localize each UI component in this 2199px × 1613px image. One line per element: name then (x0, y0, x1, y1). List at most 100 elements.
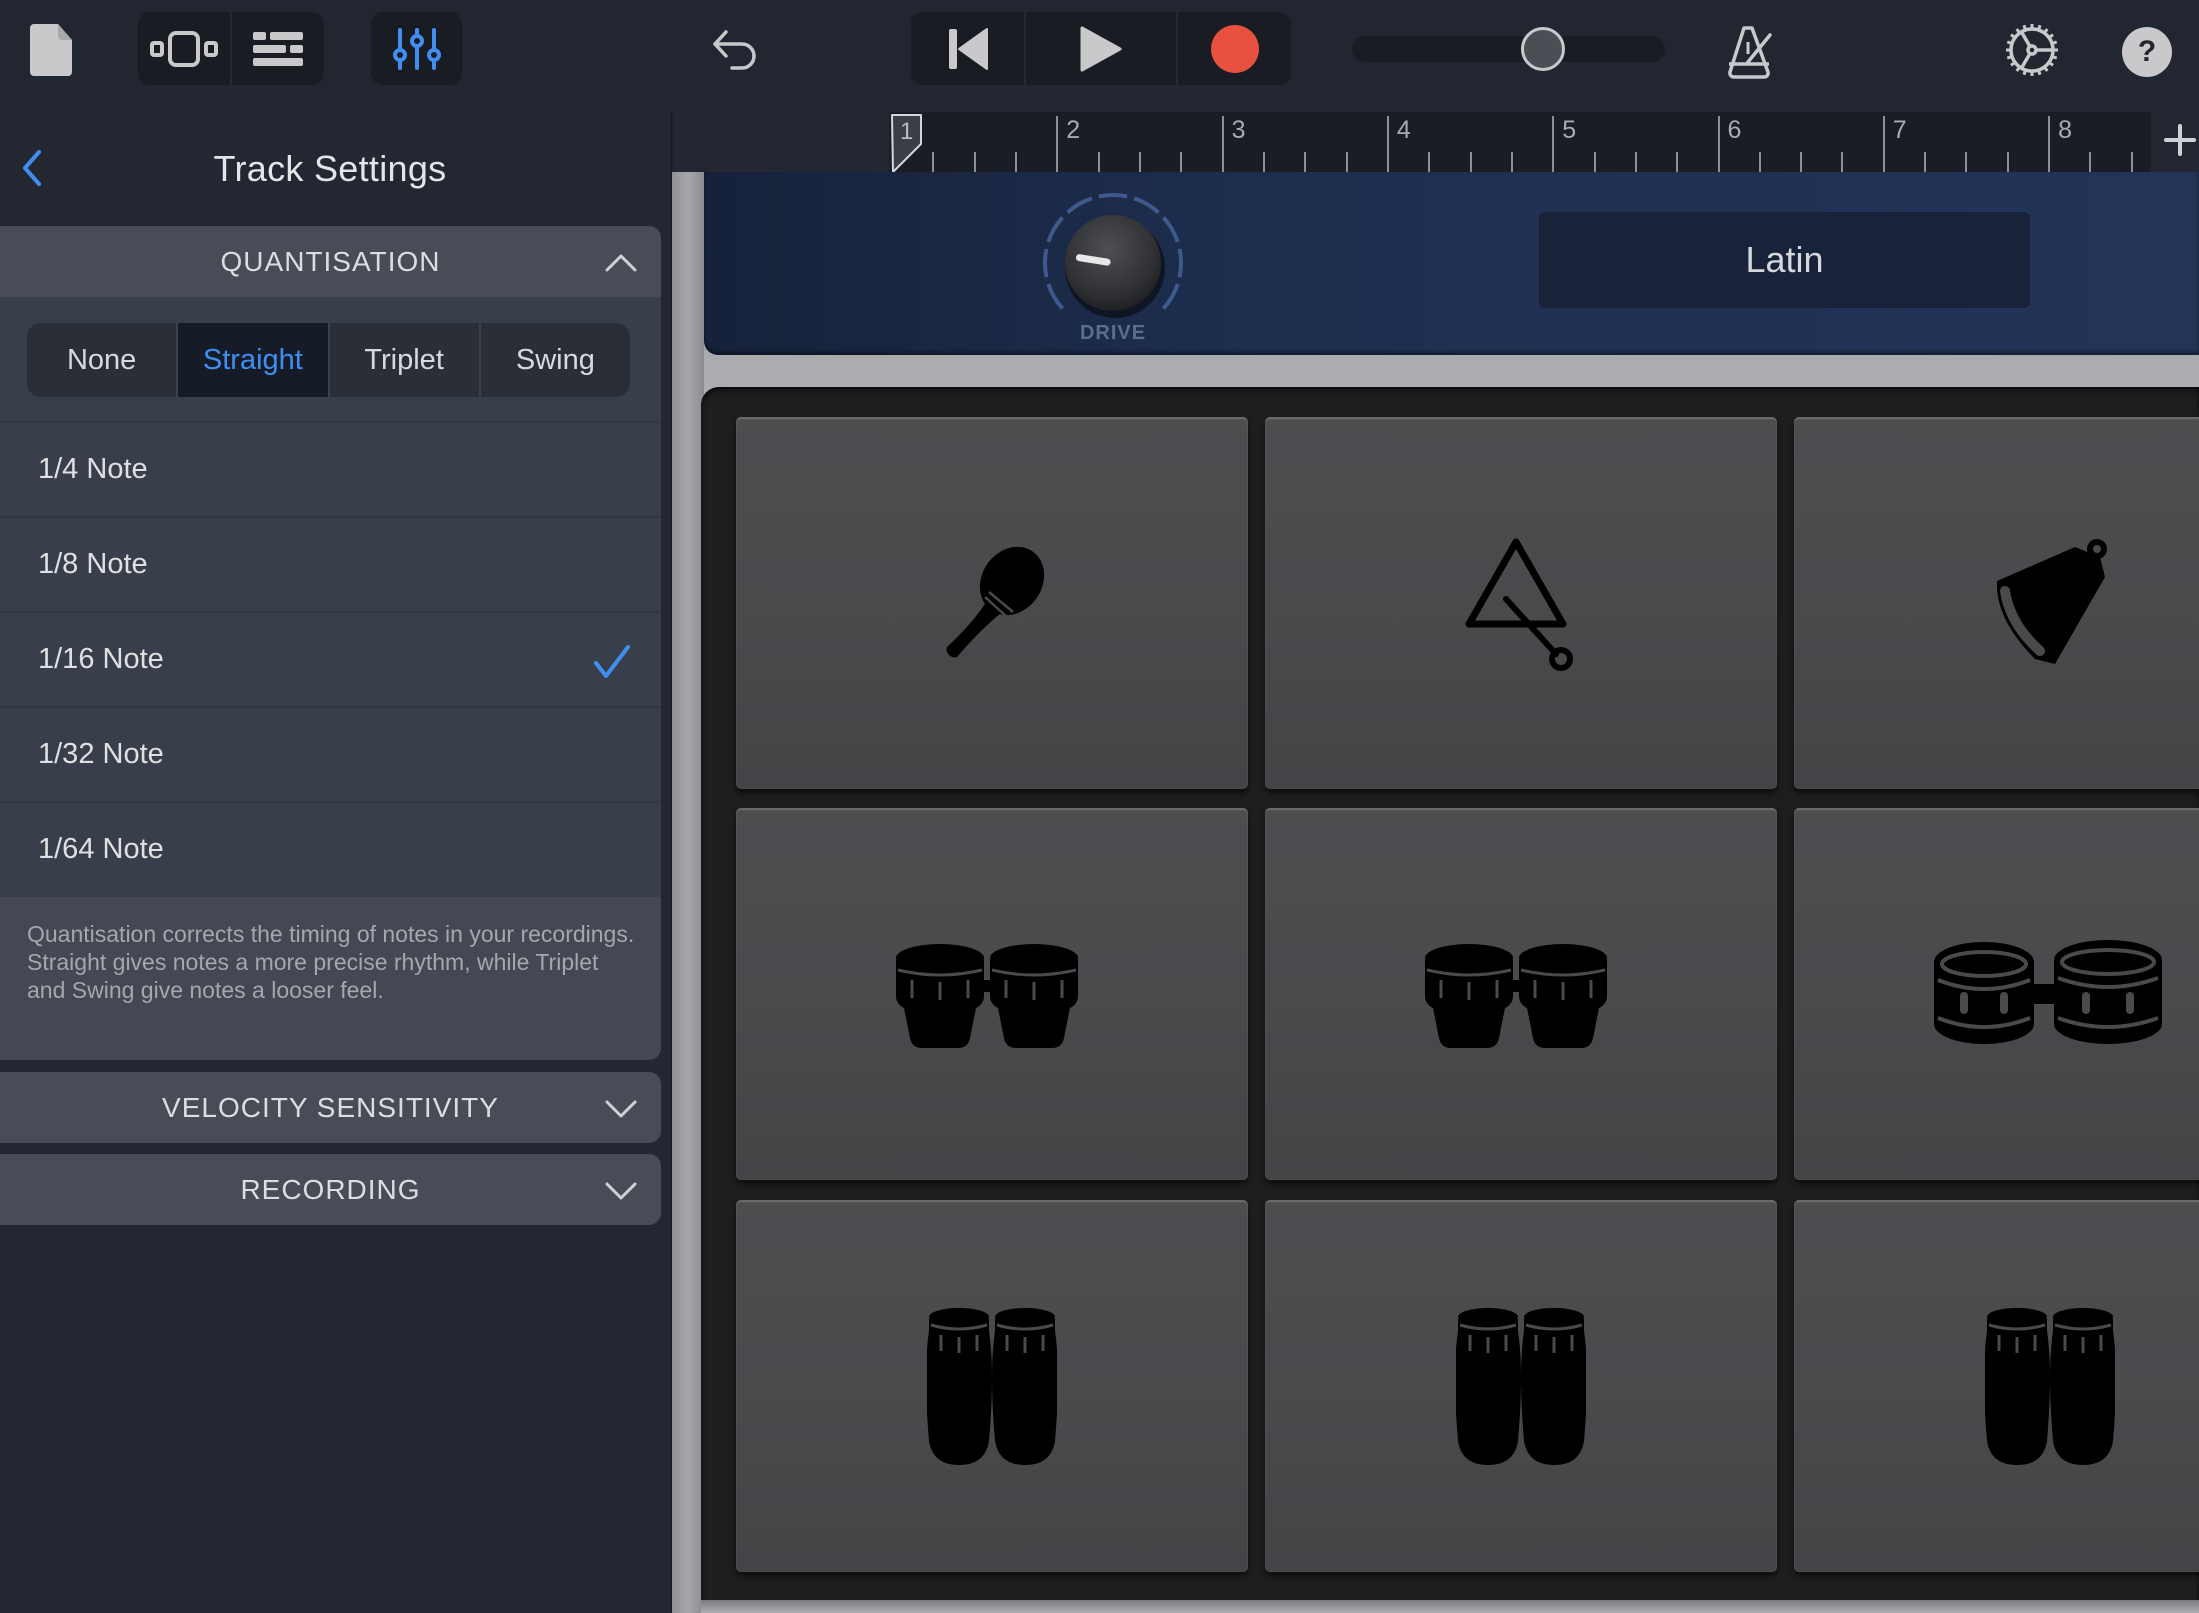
beat-tick (1180, 152, 1183, 172)
undo-icon (713, 30, 756, 70)
bar-number: 8 (2058, 116, 2072, 144)
ruler-track[interactable]: 2 3 4 5 6 7 8 (889, 112, 2151, 172)
mode-triplet[interactable]: Triplet (330, 323, 481, 397)
recording-section-header[interactable]: RECORDING (0, 1154, 661, 1225)
kit-selector[interactable]: Latin (1539, 212, 2030, 308)
drum-pad-timbales[interactable] (1794, 808, 2199, 1180)
metronome-button[interactable] (1722, 22, 1778, 82)
maraca-icon (927, 539, 1057, 669)
plus-icon (2164, 124, 2196, 156)
bar-tick (1221, 116, 1224, 172)
bar-number: 2 (1066, 116, 1081, 144)
note-option-label: 1/8 Note (38, 548, 148, 580)
drive-scale-segment (1133, 196, 1160, 214)
quantisation-description: Quantisation corrects the timing of note… (0, 897, 661, 1060)
bar-tick (1386, 116, 1389, 172)
panel-title: Track Settings (213, 148, 447, 189)
beat-tick (1428, 152, 1431, 172)
help-button[interactable]: ? (2122, 27, 2172, 77)
add-section-button[interactable] (2162, 122, 2198, 158)
beat-tick (2089, 152, 2092, 172)
beat-tick (1304, 152, 1307, 172)
bar-tick (1717, 116, 1720, 172)
knob-indicator (1075, 254, 1111, 266)
note-option-row[interactable]: 1/64 Note (0, 801, 661, 896)
mode-none[interactable]: None (27, 323, 179, 397)
playhead-bar-number: 1 (900, 118, 914, 145)
playhead[interactable]: 1 (891, 114, 923, 174)
metronome-icon (1728, 26, 1772, 79)
go-to-beginning-button[interactable] (911, 12, 1024, 85)
track-list-icon (253, 31, 303, 66)
tracks-view-button[interactable] (138, 12, 230, 85)
drum-pad-congas[interactable] (1794, 1200, 2199, 1572)
bongos-icon (1421, 940, 1621, 1050)
settings-gear-icon (2006, 24, 2058, 76)
kit-name: Latin (1745, 239, 1824, 280)
drive-scale-segment (1162, 283, 1180, 310)
note-option-row[interactable]: 1/8 Note (0, 516, 661, 611)
chevron-down-icon (605, 1182, 637, 1199)
note-option-row[interactable]: 1/32 Note (0, 706, 661, 801)
drum-pad-triangle[interactable] (1265, 417, 1777, 789)
mixer-sliders-icon (392, 27, 441, 70)
quantisation-mode-control: None Straight Triplet Swing (27, 323, 630, 397)
mode-straight[interactable]: Straight (178, 323, 330, 397)
play-button[interactable] (1026, 12, 1176, 85)
bar-number: 6 (1727, 116, 1742, 144)
bar-tick (2048, 116, 2051, 172)
quantisation-section-header[interactable]: QUANTISATION (0, 226, 661, 297)
instrument-frame-bottom (701, 1600, 2199, 1613)
drive-scale-segment (1098, 193, 1128, 199)
transport-controls (911, 12, 1291, 85)
undo-button[interactable] (710, 26, 762, 76)
note-option-row[interactable]: 1/4 Note (0, 421, 661, 516)
velocity-sensitivity-section-header[interactable]: VELOCITY SENSITIVITY (0, 1072, 661, 1143)
section-title: QUANTISATION (220, 245, 441, 277)
section-title: RECORDING (240, 1173, 421, 1205)
track-controls-button[interactable] (371, 12, 462, 85)
beat-tick (932, 152, 935, 172)
drum-pad-bongos[interactable] (736, 808, 1248, 1180)
timbales-icon (1930, 940, 2170, 1050)
document-icon (30, 24, 72, 76)
record-button[interactable] (1178, 12, 1291, 85)
triangle-icon (1451, 534, 1591, 674)
chevron-up-icon (605, 254, 637, 271)
volume-slider-thumb[interactable] (1520, 27, 1565, 71)
view-toggle-group (138, 12, 324, 85)
beat-tick (2130, 152, 2133, 172)
settings-button[interactable] (2004, 22, 2060, 78)
drive-label: DRIVE (1079, 322, 1147, 344)
my-songs-button[interactable] (28, 20, 78, 80)
knob-icon (1043, 193, 1183, 318)
drum-pad-congas[interactable] (736, 1200, 1248, 1572)
master-volume-slider[interactable] (1352, 27, 1665, 71)
bar-tick (1552, 116, 1555, 172)
beat-tick (1510, 152, 1513, 172)
beat-tick (1800, 152, 1803, 172)
drive-scale-segment (1066, 196, 1093, 214)
drum-pad-congas[interactable] (1265, 1200, 1777, 1572)
drum-pad-bongos[interactable] (1265, 808, 1777, 1180)
beat-tick (1345, 152, 1348, 172)
congas-icon (1456, 1307, 1586, 1467)
note-option-label: 1/4 Note (38, 453, 148, 485)
note-option-label: 1/16 Note (38, 643, 164, 675)
drum-pad-maraca[interactable] (736, 417, 1248, 789)
track-list-button[interactable] (232, 12, 324, 85)
record-icon (1210, 24, 1259, 73)
quantisation-section-body: None Straight Triplet Swing 1/4 Note 1/8… (0, 297, 661, 897)
knob-body (1065, 215, 1161, 311)
mode-swing[interactable]: Swing (481, 323, 630, 397)
play-icon (1080, 26, 1122, 71)
beat-tick (1469, 152, 1472, 172)
chevron-down-icon (605, 1100, 637, 1117)
top-toolbar: ? (0, 0, 2199, 112)
beat-tick (973, 152, 976, 172)
note-option-row[interactable]: 1/16 Note (0, 611, 661, 706)
instrument-frame-edge (672, 172, 704, 1613)
drum-pad-cowbell[interactable] (1794, 417, 2199, 789)
bar-number: 3 (1231, 116, 1246, 144)
drive-scale-segment (1046, 216, 1064, 243)
